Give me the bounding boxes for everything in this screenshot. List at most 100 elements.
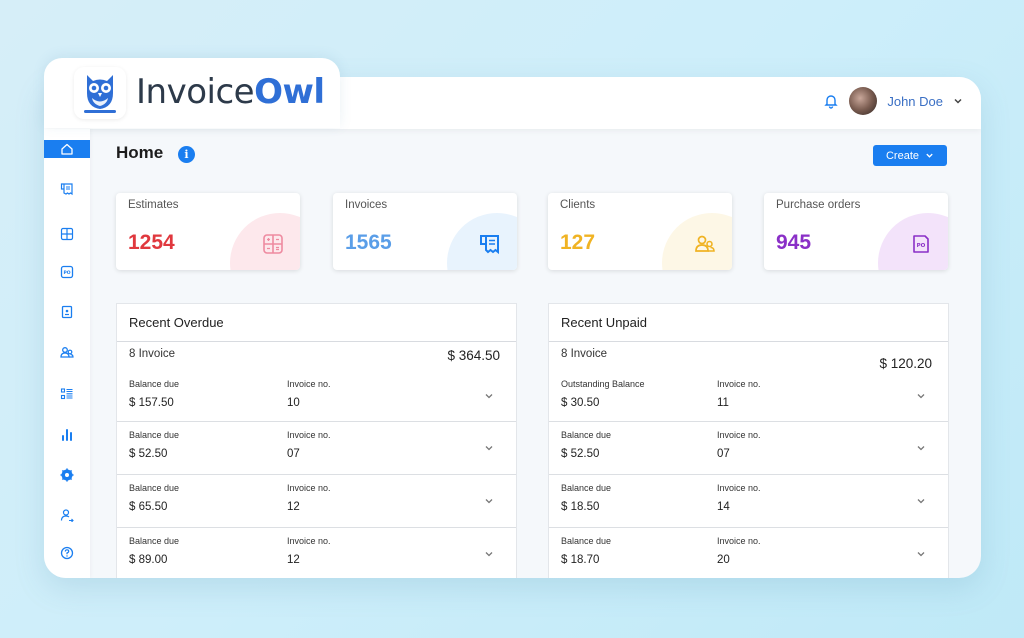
invoice-no-value: 07 (717, 448, 730, 460)
invoice-no-label: Invoice no. (287, 430, 331, 440)
home-icon (61, 143, 73, 155)
expand-chevron-icon[interactable] (482, 441, 496, 455)
po-icon: PO (913, 235, 929, 253)
svg-text:PO: PO (63, 270, 70, 276)
invoice-no-value: 12 (287, 554, 300, 566)
sidebar-item-help[interactable] (44, 544, 90, 562)
invoice-count: 8 Invoice (129, 348, 176, 360)
invoice-total: $ 364.50 (447, 348, 500, 363)
stat-card-purchase-orders[interactable]: Purchase orders 945 PO (764, 193, 948, 270)
expand-chevron-icon[interactable] (482, 389, 496, 403)
balance-label: Outstanding Balance (561, 379, 645, 389)
po-icon: PO (60, 265, 74, 279)
table-row[interactable]: Balance due $ 18.70 Invoice no. 20 (549, 528, 948, 578)
stat-card-invoices[interactable]: Invoices 1565 (333, 193, 517, 270)
balance-label: Balance due (129, 536, 180, 546)
stat-label: Invoices (345, 199, 388, 211)
stat-value: 945 (776, 231, 812, 254)
stat-label: Estimates (128, 199, 179, 211)
invoice-no-label: Invoice no. (717, 536, 761, 546)
document-icon (61, 305, 73, 319)
balance-value: $ 52.50 (129, 448, 168, 460)
balance-label: Balance due (129, 483, 180, 493)
table-row[interactable]: Balance due $ 52.50 Invoice no. 07 (549, 422, 948, 475)
table-row[interactable]: Balance due $ 89.00 Invoice no. 12 (117, 528, 516, 578)
table-row[interactable]: Balance due $ 52.50 Invoice no. 07 (117, 422, 516, 475)
sidebar-item-home[interactable] (44, 140, 90, 158)
invoice-no-value: 12 (287, 501, 300, 513)
users-icon (60, 347, 74, 358)
balance-value: $ 65.50 (129, 501, 168, 513)
bell-icon[interactable] (823, 93, 839, 109)
expand-chevron-icon[interactable] (914, 547, 928, 561)
invoice-no-value: 07 (287, 448, 300, 460)
help-icon (60, 546, 74, 560)
create-button[interactable]: Create (873, 145, 947, 166)
balance-label: Balance due (561, 536, 612, 546)
stat-card-estimates[interactable]: Estimates 1254 (116, 193, 300, 270)
sidebar: PO (44, 129, 90, 578)
sidebar-item-purchase-orders[interactable]: PO (44, 263, 90, 281)
list-icon (60, 388, 73, 400)
stat-label: Purchase orders (776, 199, 861, 211)
balance-value: $ 157.50 (129, 397, 174, 409)
table-row[interactable]: 8 Invoice $ 120.20 Outstanding Balance $… (549, 342, 948, 422)
sidebar-item-items[interactable] (44, 385, 90, 403)
stat-label: Clients (560, 199, 596, 211)
svg-text:PO: PO (917, 243, 926, 249)
expand-chevron-icon[interactable] (914, 441, 928, 455)
chevron-down-icon[interactable] (953, 96, 963, 106)
page-title: Home (116, 143, 164, 162)
user-name[interactable]: John Doe (887, 94, 943, 109)
sidebar-item-clients[interactable] (44, 343, 90, 361)
balance-label: Balance due (129, 379, 180, 389)
brand-suffix: Owl (254, 72, 325, 112)
app-window: John Doe PO Home i Create Estimates 1254… (44, 77, 981, 578)
sidebar-item-settings[interactable] (44, 466, 90, 484)
invoice-no-label: Invoice no. (717, 483, 761, 493)
sidebar-item-account[interactable] (44, 506, 90, 524)
expand-chevron-icon[interactable] (482, 494, 496, 508)
balance-label: Balance due (561, 430, 612, 440)
sidebar-item-estimates[interactable] (44, 225, 90, 243)
expand-chevron-icon[interactable] (914, 494, 928, 508)
balance-value: $ 18.50 (561, 501, 600, 513)
balance-value: $ 89.00 (129, 554, 168, 566)
invoice-total: $ 120.20 (879, 356, 932, 371)
balance-label: Balance due (129, 430, 180, 440)
brand-logo[interactable]: InvoiceOwl (44, 58, 340, 128)
sidebar-item-invoices[interactable] (44, 180, 90, 198)
invoice-no-label: Invoice no. (287, 483, 331, 493)
table-row[interactable]: Balance due $ 18.50 Invoice no. 14 (549, 475, 948, 528)
table-row[interactable]: 8 Invoice $ 364.50 Balance due $ 157.50 … (117, 342, 516, 422)
expand-chevron-icon[interactable] (482, 547, 496, 561)
avatar[interactable] (849, 87, 878, 115)
recent-overdue-panel: Recent Overdue 8 Invoice $ 364.50 Balanc… (116, 303, 517, 578)
invoice-no-value: 11 (717, 397, 729, 409)
user-switch-icon (60, 509, 74, 522)
invoice-no-label: Invoice no. (717, 430, 761, 440)
brand-prefix: Invoice (136, 72, 255, 112)
invoice-no-value: 14 (717, 501, 730, 513)
user-menu[interactable]: John Doe (823, 87, 963, 115)
calculator-icon (60, 227, 74, 241)
invoice-no-label: Invoice no. (717, 379, 761, 389)
table-row[interactable]: Balance due $ 65.50 Invoice no. 12 (117, 475, 516, 528)
stat-card-clients[interactable]: Clients 127 (548, 193, 732, 270)
sidebar-item-reports[interactable] (44, 426, 90, 444)
invoice-no-value: 20 (717, 554, 730, 566)
receipt-icon (60, 183, 73, 196)
panel-title: Recent Overdue (117, 304, 516, 342)
chevron-down-icon (926, 153, 933, 158)
expand-chevron-icon[interactable] (914, 389, 928, 403)
invoice-no-label: Invoice no. (287, 536, 331, 546)
balance-value: $ 52.50 (561, 448, 600, 460)
users-icon (695, 235, 715, 252)
stat-value: 1254 (128, 231, 175, 254)
bar-chart-icon (62, 429, 72, 441)
recent-unpaid-panel: Recent Unpaid 8 Invoice $ 120.20 Outstan… (548, 303, 949, 578)
info-icon[interactable]: i (178, 146, 195, 163)
balance-label: Balance due (561, 483, 612, 493)
sidebar-item-documents[interactable] (44, 303, 90, 321)
balance-value: $ 30.50 (561, 397, 600, 409)
